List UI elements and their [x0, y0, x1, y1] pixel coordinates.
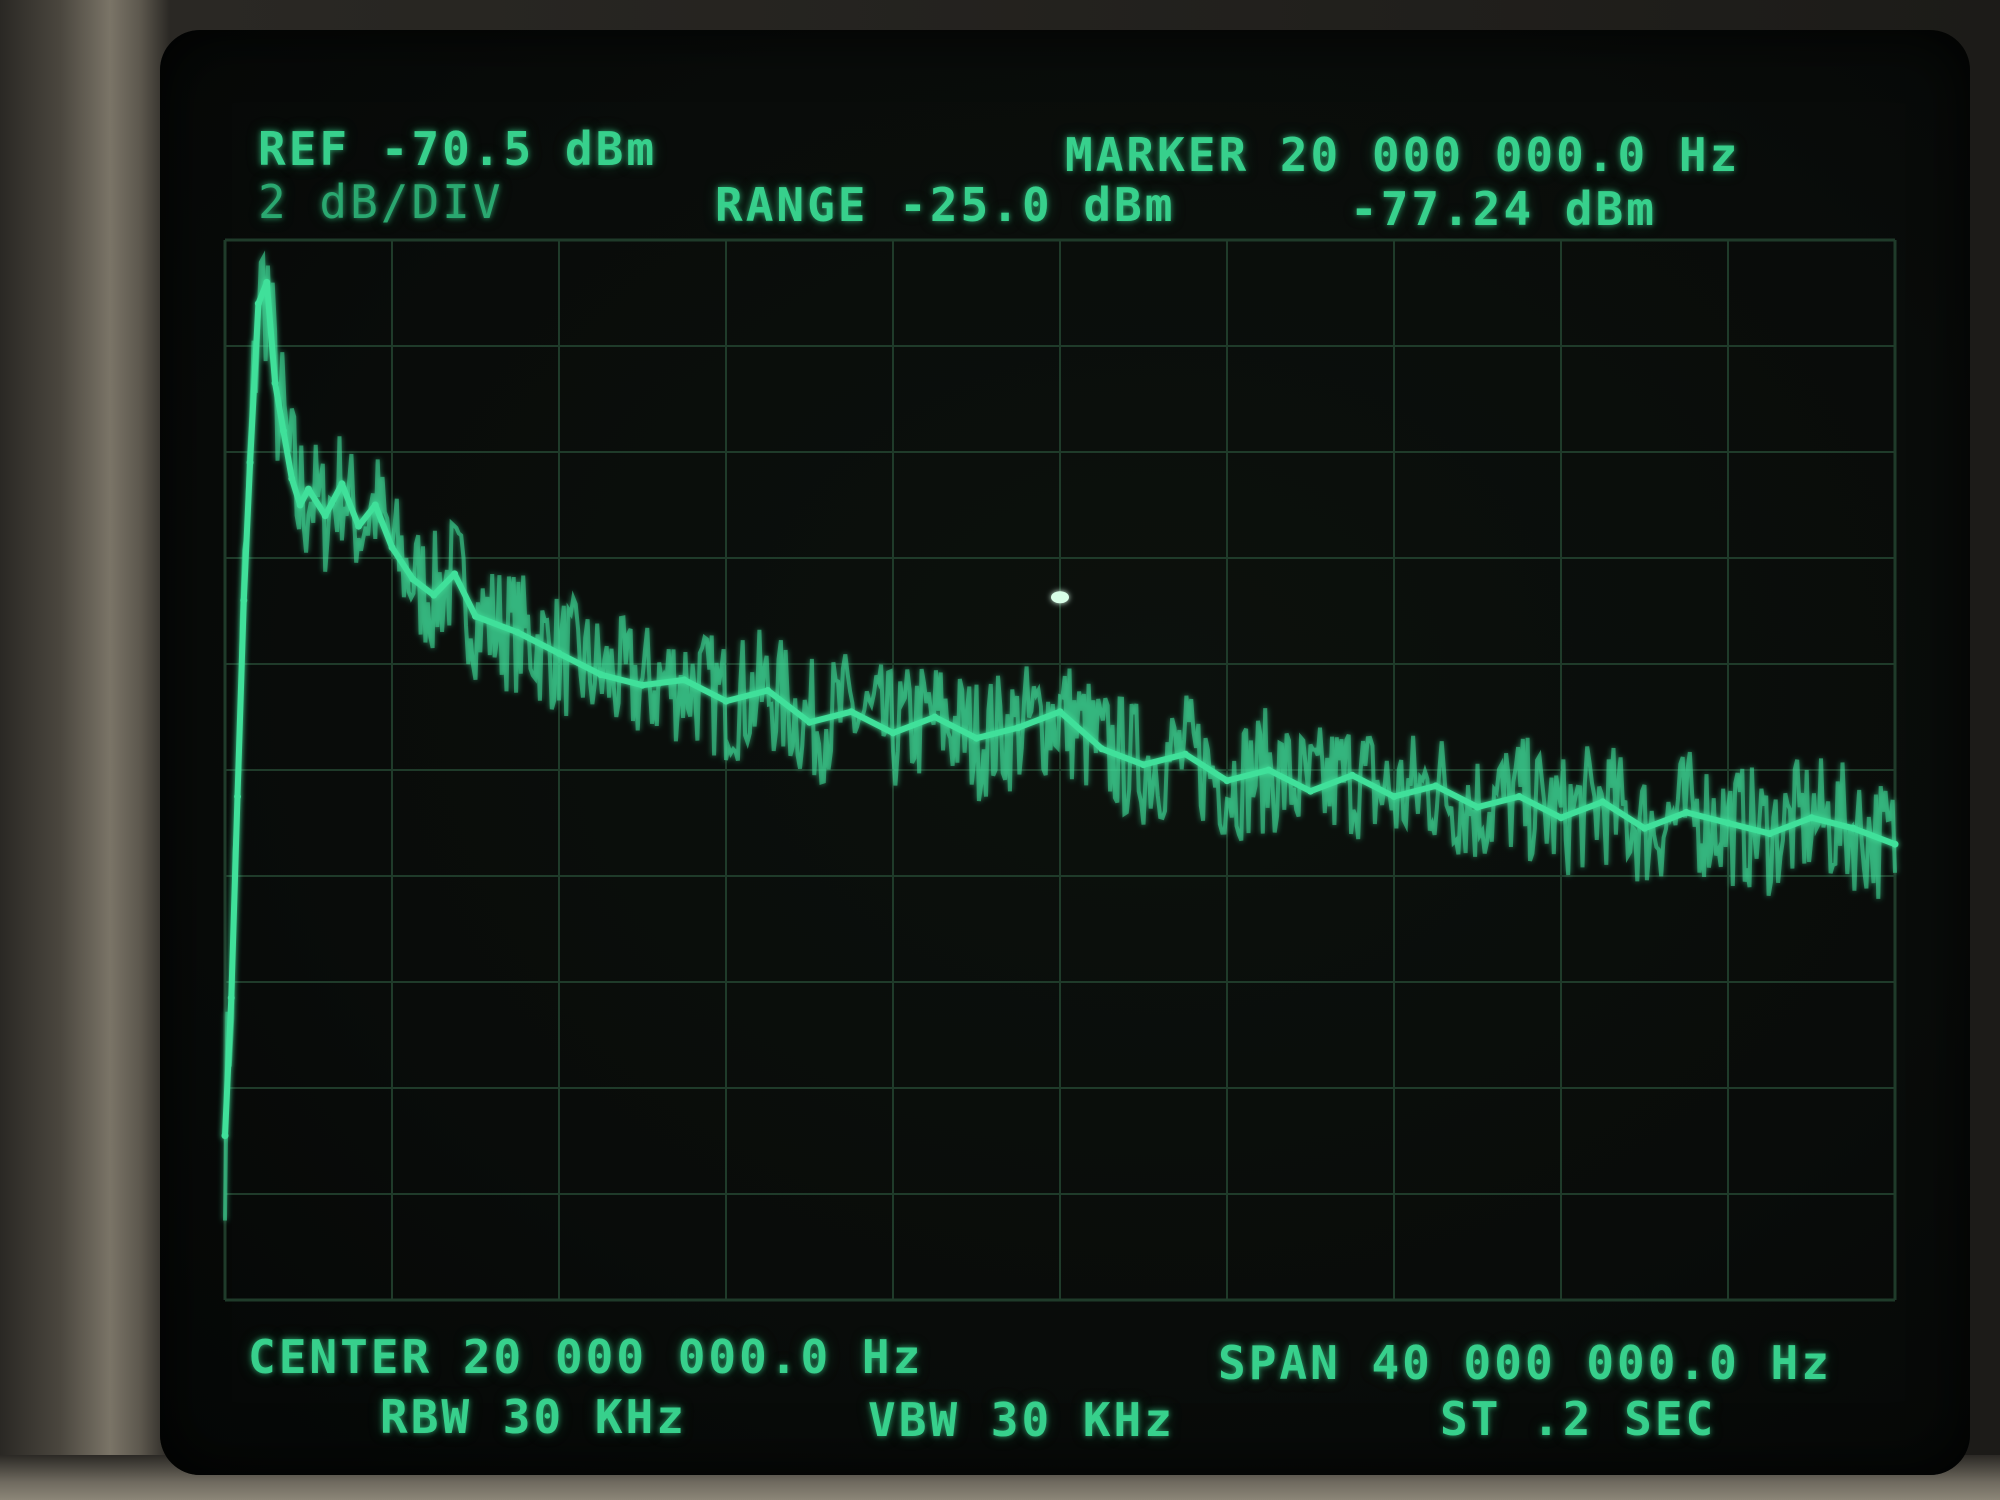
trace-point [430, 591, 438, 599]
trace-point [1390, 793, 1398, 800]
trace-point [1599, 798, 1607, 806]
trace-point [1808, 814, 1815, 822]
trace-point [227, 994, 235, 1002]
trace-point [764, 687, 772, 694]
trace-point [1557, 814, 1565, 822]
trace-point [246, 459, 254, 467]
trace-point [513, 628, 521, 636]
marker-frequency-readout: MARKER 20 000 000.0 Hz [1065, 128, 1741, 182]
trace-point [1056, 708, 1064, 716]
trace-point [847, 708, 855, 716]
sweep-time-readout: ST .2 SEC [1440, 1392, 1717, 1446]
trace-point [1766, 830, 1774, 838]
trace-point [1098, 745, 1106, 753]
trace-point [1014, 724, 1022, 732]
trace-point [722, 697, 730, 705]
vbw-readout: VBW 30 KHz [868, 1393, 1175, 1447]
trace-point [388, 543, 396, 551]
trace-point [597, 671, 605, 679]
trace-point [1265, 766, 1273, 774]
trace-point [263, 278, 271, 286]
trace-point [889, 729, 897, 737]
trace-point [1348, 771, 1356, 779]
trace-point [1474, 803, 1481, 811]
trace-point [221, 1132, 229, 1140]
trace-point [279, 427, 287, 435]
trace-point [234, 793, 242, 800]
trace-point [806, 718, 813, 726]
trace-point [409, 575, 417, 583]
trace-point [472, 612, 479, 620]
trace-point [288, 475, 296, 482]
trace-point [240, 596, 248, 604]
trace-point [973, 734, 980, 742]
trace-point [555, 649, 563, 657]
graticule [223, 238, 1897, 1302]
trace-point [451, 570, 459, 578]
trace-point [1223, 777, 1231, 785]
trace-point [1891, 840, 1899, 848]
trace-point [355, 522, 363, 530]
trace-point [271, 379, 279, 387]
trace-point [1140, 761, 1147, 769]
trace-point [1432, 782, 1440, 790]
trace-point [254, 300, 262, 308]
trace-point [1724, 819, 1732, 827]
trace-point [1181, 750, 1189, 758]
trace-point [305, 485, 312, 493]
marker-dot [1051, 591, 1069, 604]
trace-point [1307, 787, 1314, 795]
trace-point [931, 713, 939, 721]
center-frequency-readout: CENTER 20 000 000.0 Hz [248, 1330, 924, 1384]
scale-readout: 2 dB/DIV [258, 175, 504, 229]
ref-level-readout: REF -70.5 dBm [258, 122, 658, 176]
marker-level-readout: -77.24 dBm [1350, 182, 1657, 236]
rbw-readout: RBW 30 KHz [380, 1390, 687, 1444]
trace-point [1515, 793, 1523, 800]
span-readout: SPAN 40 000 000.0 Hz [1218, 1336, 1832, 1390]
trace-point [1849, 824, 1857, 832]
trace-point [1682, 808, 1690, 816]
trace-point [296, 501, 304, 509]
trace-point [371, 501, 379, 509]
trace-point [321, 512, 329, 520]
trace-point [639, 681, 646, 689]
trace-point [338, 480, 346, 488]
trace-point [680, 676, 688, 684]
trace-point [1641, 824, 1648, 832]
range-readout: RANGE -25.0 dBm [715, 178, 1176, 232]
